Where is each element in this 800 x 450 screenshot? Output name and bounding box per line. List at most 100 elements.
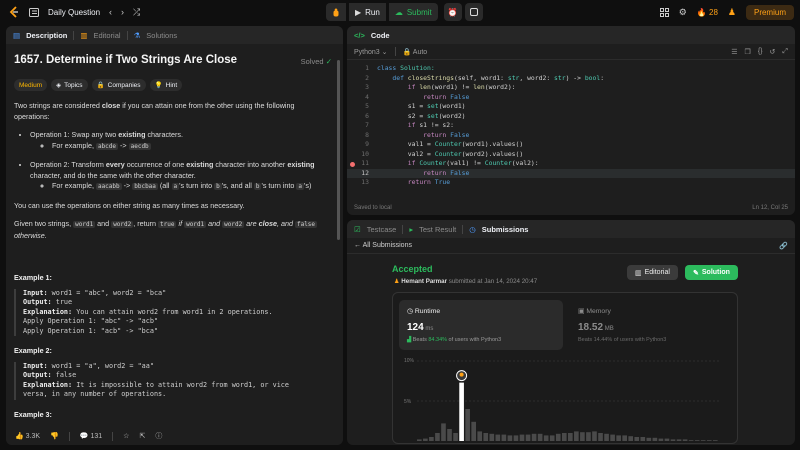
reset-icon[interactable]: ↺ bbox=[770, 48, 776, 56]
help-icon[interactable]: ⓘ bbox=[155, 431, 162, 441]
gear-icon[interactable]: ⚙ bbox=[679, 7, 687, 17]
like-count: 3.3K bbox=[25, 433, 41, 440]
intro-paragraph: Two strings are considered close if you … bbox=[14, 101, 295, 121]
fullscreen-icon[interactable]: ⤢ bbox=[782, 48, 788, 56]
topics-label: Topics bbox=[64, 81, 83, 89]
solution-label: Solution bbox=[701, 269, 730, 276]
streak-counter[interactable]: 🔥 28 bbox=[697, 8, 718, 17]
distribution-bar bbox=[519, 434, 525, 441]
distribution-bar bbox=[658, 438, 664, 441]
book-icon: ▥ bbox=[80, 30, 88, 40]
clock-icon: ◷ bbox=[407, 308, 413, 315]
companies-label: Companies bbox=[107, 81, 141, 89]
runtime-card[interactable]: ◷ Runtime 124 ms ▟ Beats 84.34% of users… bbox=[399, 300, 563, 350]
back-to-all-submissions[interactable]: ← All Submissions bbox=[354, 242, 412, 249]
timer-button[interactable]: ⏰ bbox=[443, 3, 462, 21]
distribution-bar bbox=[574, 431, 579, 441]
page-title[interactable]: Daily Question bbox=[48, 8, 100, 17]
distribution-bar bbox=[453, 433, 458, 441]
task-paragraph: Given two strings, word1 and word2, retu… bbox=[14, 219, 318, 240]
language-select[interactable]: Python3 ⌄ bbox=[354, 48, 388, 56]
code-editor[interactable]: 1 class Solution: 2 def closeStrings(self… bbox=[347, 64, 795, 188]
example-2-title: Example 2: bbox=[14, 346, 52, 355]
flask-icon: ⚗ bbox=[133, 30, 141, 40]
distribution-bar bbox=[501, 434, 507, 441]
problem-list-icon[interactable] bbox=[29, 7, 39, 17]
submit-button[interactable]: ☁ Submit bbox=[388, 3, 438, 21]
favorite-star-icon[interactable]: ☆ bbox=[123, 432, 129, 440]
avatar[interactable]: ♟ bbox=[728, 7, 736, 17]
chevron-left-icon[interactable]: ‹ bbox=[109, 7, 112, 17]
run-button[interactable]: ▶ Run bbox=[349, 3, 386, 21]
tab-testcase[interactable]: Testcase bbox=[367, 225, 397, 234]
distribution-bar bbox=[531, 433, 537, 441]
distribution-bar bbox=[561, 433, 567, 441]
distribution-bar bbox=[489, 433, 495, 441]
bottom-tabs: ☑ Testcase ▸ Test Result ◷ Submissions bbox=[347, 220, 795, 238]
memory-label[interactable]: ▣ Memory bbox=[578, 307, 611, 315]
example-3-title: Example 3: bbox=[14, 409, 52, 419]
distribution-bar bbox=[537, 433, 543, 441]
distribution-bar bbox=[664, 438, 670, 441]
description-panel: ▤ Description ▥ Editorial ⚗ Solutions 16… bbox=[6, 26, 343, 445]
distribution-bar bbox=[628, 436, 634, 441]
distribution-bar bbox=[592, 431, 597, 441]
chevron-right-icon[interactable]: › bbox=[121, 7, 124, 17]
memory-beats: Beats 14.44% of users with Python3 bbox=[578, 337, 667, 343]
all-submissions-label: All Submissions bbox=[362, 242, 412, 249]
distribution-bar bbox=[465, 409, 470, 441]
checkbox-icon: ☑ bbox=[354, 224, 361, 234]
fire-icon: 🔥 bbox=[696, 7, 707, 17]
tag-icon: ◈ bbox=[56, 82, 62, 89]
tab-editorial[interactable]: Editorial bbox=[93, 31, 120, 40]
tab-solutions[interactable]: Solutions bbox=[146, 31, 177, 40]
cloud-upload-icon: ☁ bbox=[394, 7, 403, 17]
notes-button[interactable] bbox=[464, 3, 483, 21]
tab-submissions[interactable]: Submissions bbox=[482, 225, 529, 234]
problem-statement: Two strings are considered close if you … bbox=[14, 101, 332, 425]
edit-icon: ✎ bbox=[693, 269, 699, 277]
bookmark-icon[interactable]: ❒ bbox=[745, 48, 751, 56]
description-scrollbar[interactable] bbox=[337, 60, 340, 240]
submitted-at: submitted at Jan 14, 2024 20:47 bbox=[447, 278, 538, 285]
tab-description[interactable]: Description bbox=[26, 31, 67, 40]
layout-grid-icon[interactable] bbox=[659, 7, 669, 17]
runtime-distribution-chart[interactable]: 10% 5% bbox=[393, 355, 739, 445]
format-icon[interactable]: ☰ bbox=[731, 48, 737, 56]
distribution-bar bbox=[471, 421, 476, 441]
language-label: Python3 bbox=[354, 48, 380, 56]
like-button[interactable]: 👍 3.3K bbox=[15, 432, 40, 440]
distribution-bar bbox=[483, 433, 489, 441]
tab-test-result[interactable]: Test Result bbox=[419, 225, 456, 234]
braces-icon[interactable]: {} bbox=[758, 48, 763, 55]
distribution-bar bbox=[525, 434, 531, 441]
solution-button[interactable]: ✎ Solution bbox=[685, 265, 738, 280]
shuffle-icon[interactable]: ⤮ bbox=[133, 7, 140, 17]
author-name[interactable]: Hemant Parmar bbox=[401, 278, 447, 285]
bug-icon bbox=[333, 8, 339, 16]
premium-button[interactable]: Premium bbox=[745, 4, 794, 20]
problem-title[interactable]: 1657. Determine if Two Strings Are Close bbox=[14, 54, 336, 66]
comments-button[interactable]: 💬 131 bbox=[80, 432, 102, 440]
topics-tag[interactable]: ◈ Topics bbox=[51, 79, 88, 91]
code-icon: </> bbox=[354, 30, 365, 40]
link-icon[interactable]: 🔗 bbox=[779, 242, 788, 250]
distribution-bar bbox=[640, 437, 646, 441]
streak-count: 28 bbox=[709, 7, 718, 17]
hint-tag[interactable]: 💡 Hint bbox=[149, 79, 183, 91]
share-icon[interactable]: ⇱ bbox=[139, 432, 145, 440]
tab-code[interactable]: Code bbox=[371, 31, 390, 40]
breakpoint-icon[interactable] bbox=[350, 161, 355, 167]
editorial-label: Editorial bbox=[644, 269, 670, 276]
solved-label: Solved bbox=[300, 57, 324, 66]
editorial-button[interactable]: ▥ Editorial bbox=[627, 265, 678, 280]
distribution-bar bbox=[604, 433, 609, 441]
companies-tag[interactable]: 🔒 Companies bbox=[91, 79, 146, 91]
memory-value: 18.52 MB bbox=[578, 322, 614, 333]
debug-button[interactable] bbox=[326, 3, 346, 21]
distribution-bar bbox=[670, 439, 676, 441]
auto-mode[interactable]: 🔒 Auto bbox=[403, 48, 428, 56]
dislike-button[interactable]: 👎 bbox=[50, 432, 59, 440]
example-2-block: Input: word1 = "a", word2 = "aa" Output:… bbox=[14, 361, 332, 400]
leetcode-logo-icon[interactable] bbox=[8, 6, 20, 18]
